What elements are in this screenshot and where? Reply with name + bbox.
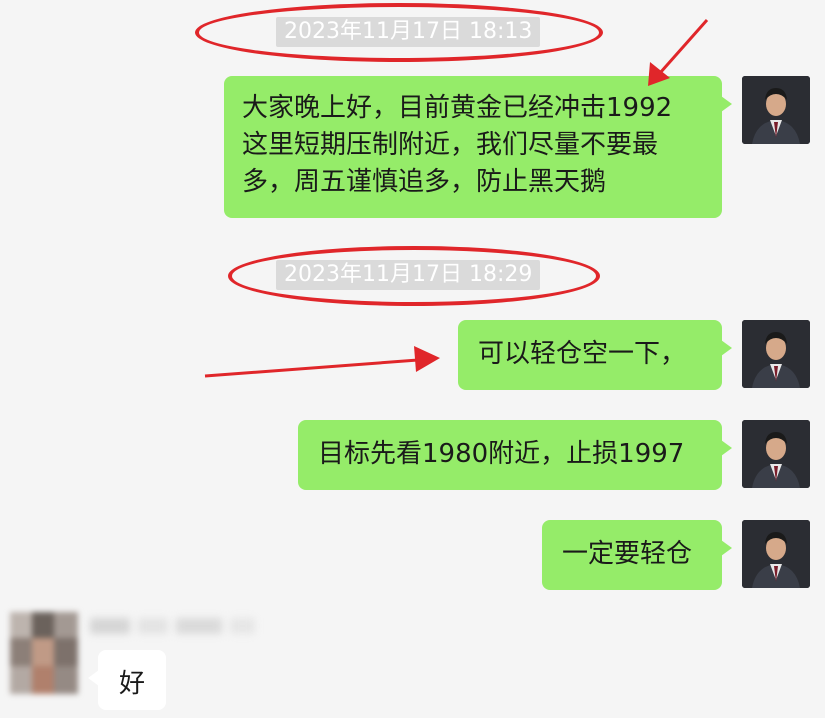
arrow-to-message-2 [204,346,440,378]
annotation-arrows [204,19,709,378]
arrow-to-message-1 [648,19,709,86]
